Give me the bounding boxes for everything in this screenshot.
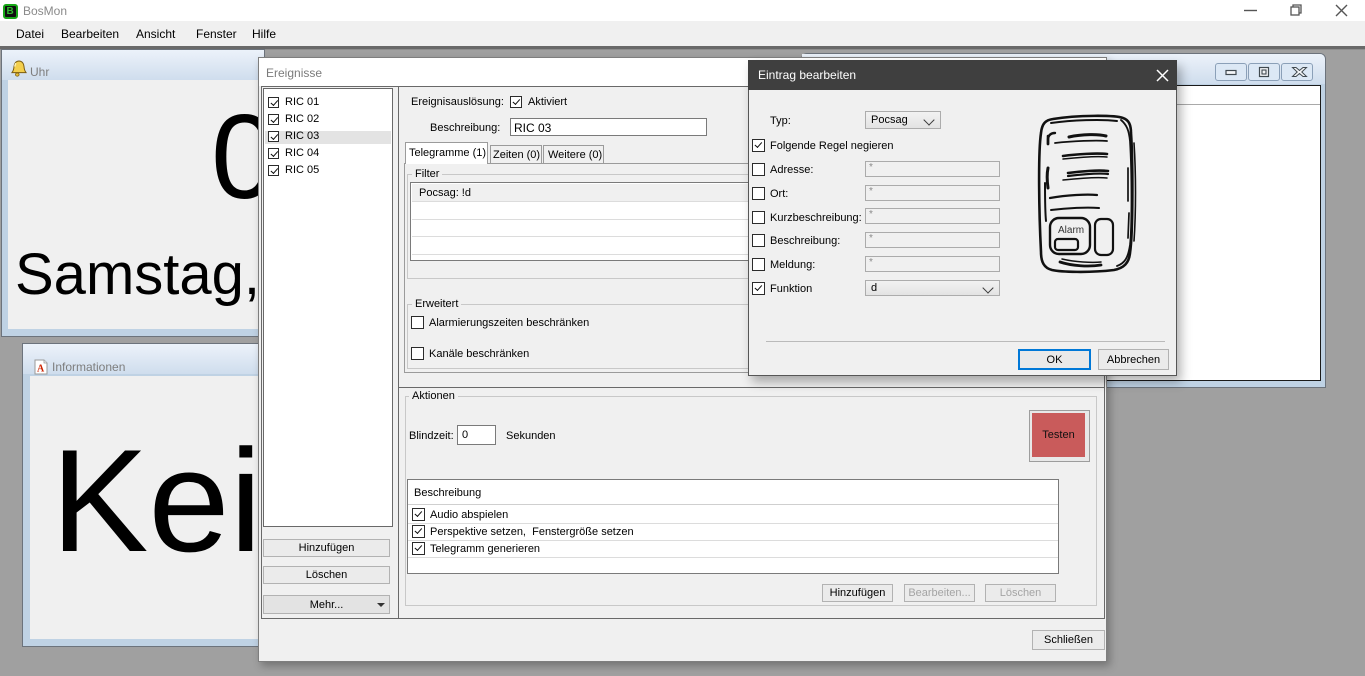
svg-text:Alarm: Alarm <box>1058 225 1084 236</box>
svg-text:A: A <box>37 364 45 375</box>
